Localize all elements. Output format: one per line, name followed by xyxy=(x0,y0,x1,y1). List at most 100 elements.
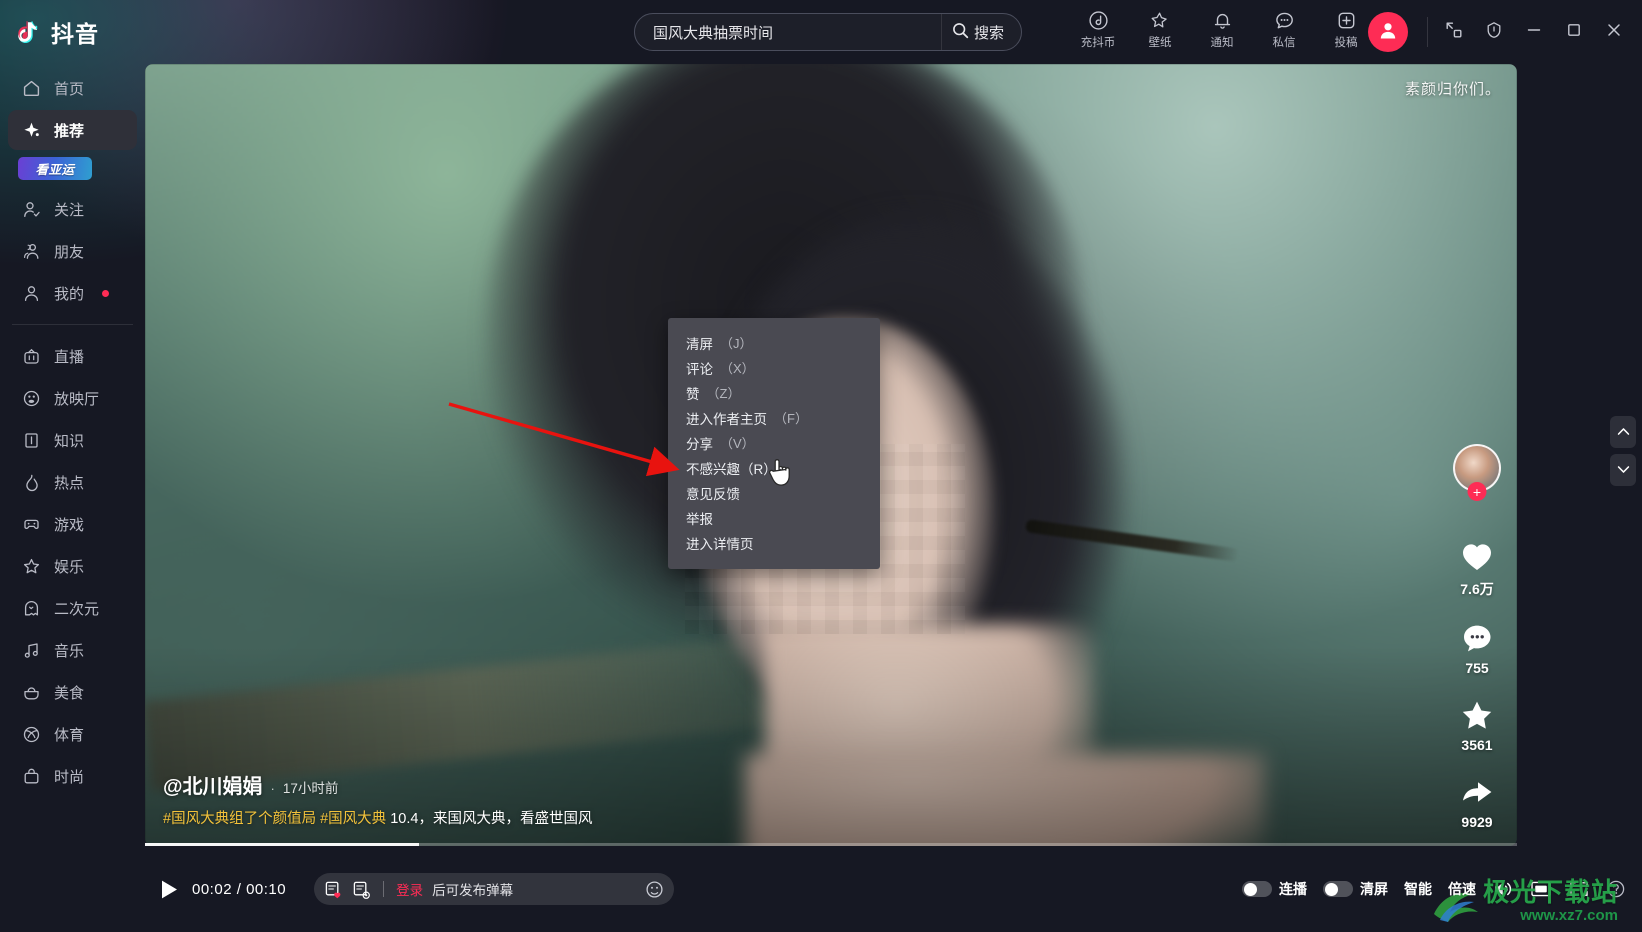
context-menu-label: 举报 xyxy=(686,508,713,528)
login-link[interactable]: 登录 xyxy=(396,879,423,899)
speed-button[interactable]: 倍速 xyxy=(1448,879,1476,899)
header-action-coin[interactable]: 充抖币 xyxy=(1074,9,1122,50)
next-video-button[interactable] xyxy=(1610,454,1636,486)
sidebar-item-game[interactable]: 游戏 xyxy=(8,504,137,544)
sidebar-item-label: 直播 xyxy=(54,346,84,367)
duration: 00:10 xyxy=(246,881,286,898)
prev-video-button[interactable] xyxy=(1610,416,1636,448)
context-menu-label: 赞 xyxy=(686,383,700,403)
search-button[interactable]: 搜索 xyxy=(941,14,1021,50)
shield-button[interactable] xyxy=(1476,14,1512,50)
avatar[interactable] xyxy=(1368,12,1408,52)
help-button[interactable] xyxy=(1606,879,1626,899)
sidebar-item-friends[interactable]: 朋友 xyxy=(8,231,137,271)
sidebar-item-live[interactable]: 直播 xyxy=(8,336,137,376)
fullscreen-button[interactable] xyxy=(1568,879,1590,899)
brand[interactable]: 抖音 xyxy=(0,15,136,49)
video-context-menu[interactable]: 清屏 （J） 评论 （X） 赞 （Z） 进入作者主页 （F） 分享 （V） 不感… xyxy=(668,318,880,569)
context-menu-item-comment[interactable]: 评论 （X） xyxy=(668,355,880,380)
context-menu-item-clearscreen[interactable]: 清屏 （J） xyxy=(668,330,880,355)
minimize-icon xyxy=(1525,21,1543,44)
close-button[interactable] xyxy=(1596,14,1632,50)
video-nav-arrows xyxy=(1610,416,1636,486)
tiktok-note-icon xyxy=(14,18,42,46)
toggle-track xyxy=(1323,881,1353,897)
header-action-upload[interactable]: 投稿 xyxy=(1322,9,1370,50)
video-author-row: @北川娟娟 · 17小时前 xyxy=(163,770,592,799)
search-bar[interactable]: 搜索 xyxy=(634,13,1022,51)
sidebar-item-knowledge[interactable]: 知识 xyxy=(8,420,137,460)
context-menu-item-report[interactable]: 举报 xyxy=(668,505,880,530)
sidebar-item-cinema[interactable]: 放映厅 xyxy=(8,378,137,418)
context-menu-item-like[interactable]: 赞 （Z） xyxy=(668,380,880,405)
picture-in-picture-button[interactable] xyxy=(1436,14,1472,50)
search-input[interactable] xyxy=(635,24,941,41)
hashtag-2[interactable]: #国风大典 xyxy=(320,811,386,827)
user-check-icon xyxy=(21,199,41,219)
sidebar-item-following[interactable]: 关注 xyxy=(8,189,137,229)
header-action-message[interactable]: 私信 xyxy=(1260,9,1308,50)
sidebar-item-label: 二次元 xyxy=(54,598,99,619)
sidebar-item-music[interactable]: 音乐 xyxy=(8,630,137,670)
header-action-label: 充抖币 xyxy=(1081,34,1116,50)
maximize-button[interactable] xyxy=(1556,14,1592,50)
sidebar-item-label: 热点 xyxy=(54,472,84,493)
plus-box-icon xyxy=(1336,9,1357,31)
sidebar-item-label: 首页 xyxy=(54,78,84,99)
context-menu-item-author-page[interactable]: 进入作者主页 （F） xyxy=(668,405,880,430)
context-menu-item-feedback[interactable]: 意见反馈 xyxy=(668,480,880,505)
sidebar-item-hot[interactable]: 热点 xyxy=(8,462,137,502)
context-menu-item-detail-page[interactable]: 进入详情页 xyxy=(668,530,880,555)
header-action-wallpaper[interactable]: 壁纸 xyxy=(1136,9,1184,50)
sidebar-item-home[interactable]: 首页 xyxy=(8,68,137,108)
context-menu-item-share[interactable]: 分享 （V） xyxy=(668,430,880,455)
context-menu-shortcut: （X） xyxy=(720,358,755,377)
book-icon xyxy=(21,430,41,450)
hashtag-1[interactable]: #国风大典组了个颜值局 xyxy=(163,811,316,827)
danmaku-divider xyxy=(383,881,384,897)
emoji-icon[interactable] xyxy=(645,880,664,899)
web-fullscreen-button[interactable] xyxy=(1530,879,1552,899)
follow-plus-icon[interactable]: + xyxy=(1468,482,1487,501)
danmaku-hint: 后可发布弹幕 xyxy=(432,879,513,899)
video-author[interactable]: @北川娟娟 xyxy=(163,770,263,799)
window-controls xyxy=(1436,14,1632,50)
context-menu-item-not-interested[interactable]: 不感兴趣（R） xyxy=(668,455,880,480)
comment-icon xyxy=(1461,621,1493,655)
clearscreen-label: 清屏 xyxy=(1360,879,1388,899)
sidebar-item-sports[interactable]: 体育 xyxy=(8,714,137,754)
danmaku-heart-icon[interactable] xyxy=(324,880,343,899)
like-button[interactable]: 7.6万 xyxy=(1460,540,1493,599)
sidebar-item-label: 时尚 xyxy=(54,766,84,787)
coin-note-icon xyxy=(1088,9,1109,31)
author-avatar-button[interactable]: + xyxy=(1453,444,1501,492)
autoplay-toggle[interactable]: 连播 xyxy=(1242,879,1307,899)
minimize-button[interactable] xyxy=(1516,14,1552,50)
close-icon xyxy=(1605,21,1623,44)
basketball-icon xyxy=(21,724,41,744)
play-button[interactable] xyxy=(159,879,179,900)
sidebar-item-entertainment[interactable]: 娱乐 xyxy=(8,546,137,586)
danmaku-input-box[interactable]: 登录 后可发布弹幕 xyxy=(314,873,674,905)
sidebar-item-fashion[interactable]: 时尚 xyxy=(8,756,137,796)
favorite-button[interactable]: 3561 xyxy=(1461,698,1493,753)
asian-games-banner[interactable]: 看亚运 xyxy=(18,157,92,180)
sidebar-item-mine[interactable]: 我的 xyxy=(8,273,137,313)
toggle-knob xyxy=(1244,883,1257,896)
danmaku-gear-icon[interactable] xyxy=(352,880,371,899)
app-header: 抖音 搜索 xyxy=(0,0,1642,64)
sidebar-item-anime[interactable]: 二次元 xyxy=(8,588,137,628)
ghost-icon xyxy=(21,598,41,618)
like-count: 7.6万 xyxy=(1460,579,1493,599)
video-shoulder xyxy=(745,754,1265,846)
volume-button[interactable] xyxy=(1492,879,1514,899)
sidebar-item-label: 知识 xyxy=(54,430,84,451)
quality-button[interactable]: 智能 xyxy=(1404,879,1432,899)
clearscreen-toggle[interactable]: 清屏 xyxy=(1323,879,1388,899)
sidebar-item-recommend[interactable]: 推荐 xyxy=(8,110,137,150)
video-info: @北川娟娟 · 17小时前 #国风大典组了个颜值局 #国风大典 10.4，来国风… xyxy=(163,770,592,828)
share-button[interactable]: 9929 xyxy=(1461,775,1493,830)
comment-button[interactable]: 755 xyxy=(1461,621,1493,676)
sidebar-item-food[interactable]: 美食 xyxy=(8,672,137,712)
header-action-notification[interactable]: 通知 xyxy=(1198,9,1246,50)
